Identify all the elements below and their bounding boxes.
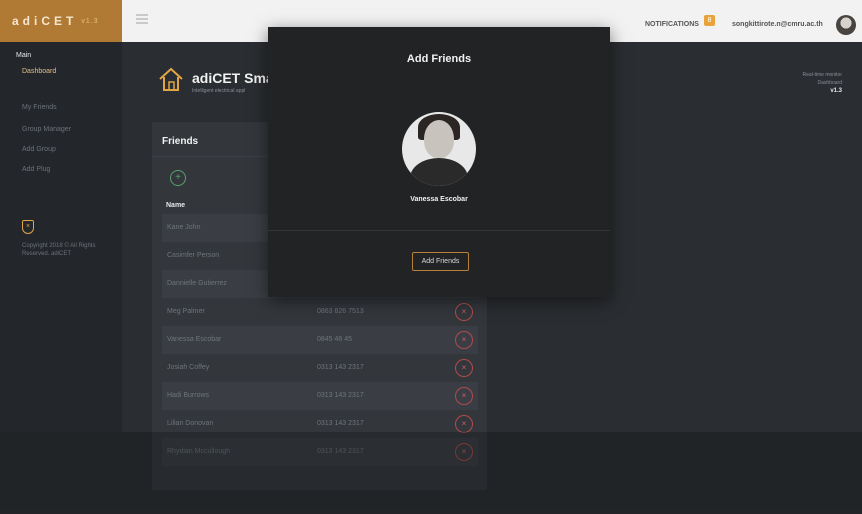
sidebar-item-add-group[interactable]: Add Group	[22, 146, 56, 153]
friend-name: Dannielle Gutierrez	[167, 280, 227, 287]
delete-friend-button[interactable]: ×	[455, 359, 473, 377]
user-avatar[interactable]	[836, 15, 856, 35]
brand-name: adiCET	[12, 14, 78, 28]
sidebar-item-dashboard[interactable]: Dashboard	[22, 68, 56, 75]
backdrop-band	[0, 432, 862, 514]
friend-name: Hadi Burrows	[167, 392, 210, 399]
table-row: Hadi Burrows 0313 143 2317 ×	[162, 382, 478, 410]
realtime-label: Real-time monitor	[802, 72, 842, 78]
table-row: Josiah Coffey 0313 143 2317 ×	[162, 354, 478, 382]
friend-phone: 0845 46 45	[317, 336, 353, 343]
shield-icon: ×	[22, 220, 34, 234]
friend-name: Casimfer Person	[167, 252, 220, 259]
breadcrumb: Dashboard	[817, 80, 842, 86]
friend-name: Josiah Coffey	[167, 364, 210, 371]
copyright-text: Copyright 2018 © All Rights Reserved. ad…	[22, 243, 96, 257]
modal-title: Add Friends	[406, 53, 472, 65]
notifications-badge: 8	[704, 15, 715, 26]
friend-name: Vanessa Escobar	[167, 336, 222, 343]
add-friend-button[interactable]: +	[170, 170, 186, 186]
page-title: adiCET Sma	[192, 70, 274, 86]
sidebar: Main Dashboard My Friends Group Manager …	[0, 42, 122, 432]
notifications-link[interactable]: NOTIFICATIONS	[645, 21, 699, 28]
friend-name: Kane John	[167, 224, 201, 231]
delete-friend-button[interactable]: ×	[455, 331, 473, 349]
brand-version: v1.3	[81, 17, 99, 25]
sidebar-section-title: Main	[16, 52, 32, 59]
friend-phone: 0313 143 2317	[317, 420, 364, 427]
add-friends-modal: Add Friends Vanessa Escobar Add Friends	[268, 27, 610, 297]
delete-friend-button[interactable]: ×	[455, 303, 473, 321]
column-header-name: Name	[166, 202, 186, 209]
delete-friend-button[interactable]: ×	[455, 387, 473, 405]
add-friends-button[interactable]: Add Friends	[412, 252, 469, 271]
page-subtitle: Intelligent electrical appl	[192, 88, 246, 94]
avatar	[402, 112, 476, 186]
friend-phone: 0313 143 2317	[317, 392, 364, 399]
friend-name: Meg Palmer	[167, 308, 205, 315]
divider	[268, 230, 610, 231]
friend-name-label: Vanessa Escobar	[410, 196, 468, 203]
sidebar-item-group-manager[interactable]: Group Manager	[22, 126, 71, 133]
table-row: Meg Palmer 0863 826 7513 ×	[162, 298, 478, 326]
friend-name: Lilian Donovan	[167, 420, 214, 427]
table-row: Vanessa Escobar 0845 46 45 ×	[162, 326, 478, 354]
sidebar-item-my-friends[interactable]: My Friends	[22, 104, 57, 111]
delete-friend-button[interactable]: ×	[455, 415, 473, 433]
brand-logo[interactable]: adiCET v1.3	[0, 0, 122, 42]
menu-toggle-icon[interactable]	[136, 14, 148, 24]
user-email[interactable]: songkittirote.n@cmru.ac.th	[732, 21, 823, 28]
friend-phone: 0863 826 7513	[317, 308, 364, 315]
house-icon	[159, 67, 183, 91]
sidebar-item-add-plug[interactable]: Add Plug	[22, 166, 50, 173]
friend-phone: 0313 143 2317	[317, 364, 364, 371]
version-label: v1.3	[830, 88, 842, 94]
friends-card-title: Friends	[162, 136, 199, 147]
